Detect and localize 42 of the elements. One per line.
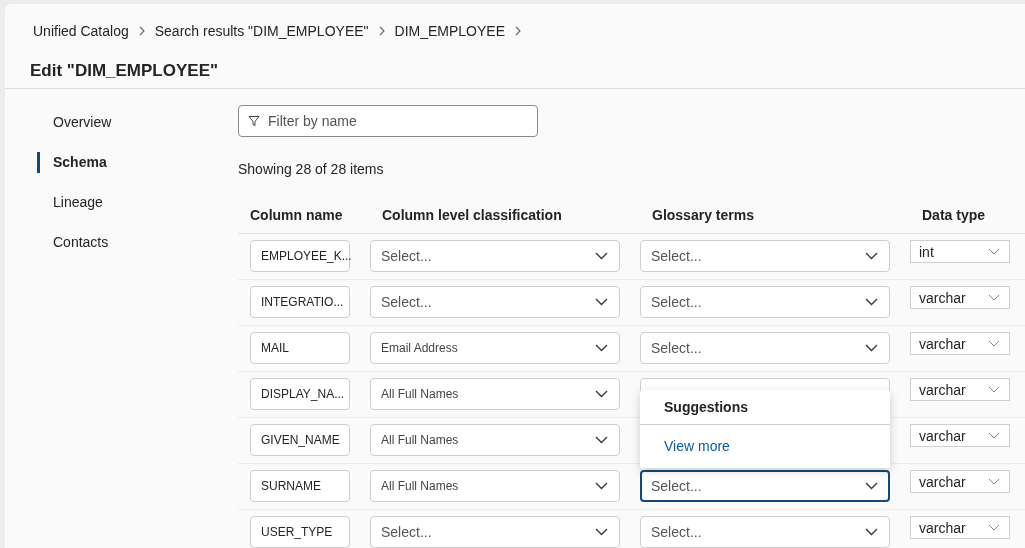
- view-more-link[interactable]: View more: [664, 438, 730, 454]
- item-count: Showing 28 of 28 items: [238, 161, 385, 177]
- name-field[interactable]: USER_TYPE: [250, 516, 350, 548]
- column-header: Glossary terms: [651, 207, 755, 223]
- classification-dropdown[interactable]: All Full Names: [370, 470, 620, 502]
- data-type-dropdown[interactable]: varchar: [910, 424, 1010, 447]
- classification-dropdown[interactable]: Select...: [370, 286, 620, 318]
- nav-tab[interactable]: Lineage: [37, 192, 238, 213]
- classification-dropdown[interactable]: Select...: [370, 240, 620, 272]
- suggestions-heading: Suggestions: [640, 390, 890, 425]
- data-type-dropdown[interactable]: varchar: [910, 516, 1010, 539]
- classification-dropdown[interactable]: All Full Names: [370, 424, 620, 456]
- nav-tab[interactable]: Overview: [37, 112, 238, 133]
- classification-dropdown[interactable]: Email Address: [370, 332, 620, 364]
- name-field[interactable]: SURNAME: [250, 470, 350, 502]
- data-type-dropdown[interactable]: int: [910, 240, 1010, 263]
- name-field[interactable]: GIVEN_NAME: [250, 424, 350, 456]
- nav-tab[interactable]: Schema: [37, 152, 238, 173]
- glossary-dropdown[interactable]: Select...: [640, 286, 890, 318]
- column-header: Data type: [921, 207, 987, 223]
- breadcrumb-link[interactable]: DIM_EMPLOYEE: [394, 23, 505, 39]
- name-field[interactable]: EMPLOYEE_K...: [250, 240, 350, 272]
- glossary-dropdown[interactable]: Select...: [640, 332, 890, 364]
- breadcrumb-link[interactable]: Search results "DIM_EMPLOYEE": [154, 23, 369, 39]
- page-title: Edit "DIM_EMPLOYEE": [5, 41, 1025, 89]
- name-field[interactable]: DISPLAY_NA...: [250, 378, 350, 410]
- glossary-dropdown[interactable]: Select...: [640, 516, 890, 548]
- breadcrumb-link[interactable]: Unified Catalog: [33, 23, 129, 39]
- classification-dropdown[interactable]: Select...: [370, 516, 620, 548]
- filter-field[interactable]: Filter by name: [238, 105, 538, 137]
- data-type-dropdown[interactable]: varchar: [910, 332, 1010, 355]
- name-field[interactable]: INTEGRATIO...: [250, 286, 350, 318]
- data-type-dropdown[interactable]: varchar: [910, 378, 1010, 401]
- glossary-dropdown[interactable]: Select...: [640, 240, 890, 272]
- column-header: Column name: [249, 207, 344, 223]
- glossary-dropdown[interactable]: Select...: [640, 470, 890, 502]
- classification-dropdown[interactable]: All Full Names: [370, 378, 620, 410]
- data-type-dropdown[interactable]: varchar: [910, 286, 1010, 309]
- nav-tab[interactable]: Contacts: [37, 232, 238, 253]
- name-field[interactable]: MAIL: [250, 332, 350, 364]
- data-type-dropdown[interactable]: varchar: [910, 470, 1010, 493]
- column-header: Column level classification: [381, 207, 563, 223]
